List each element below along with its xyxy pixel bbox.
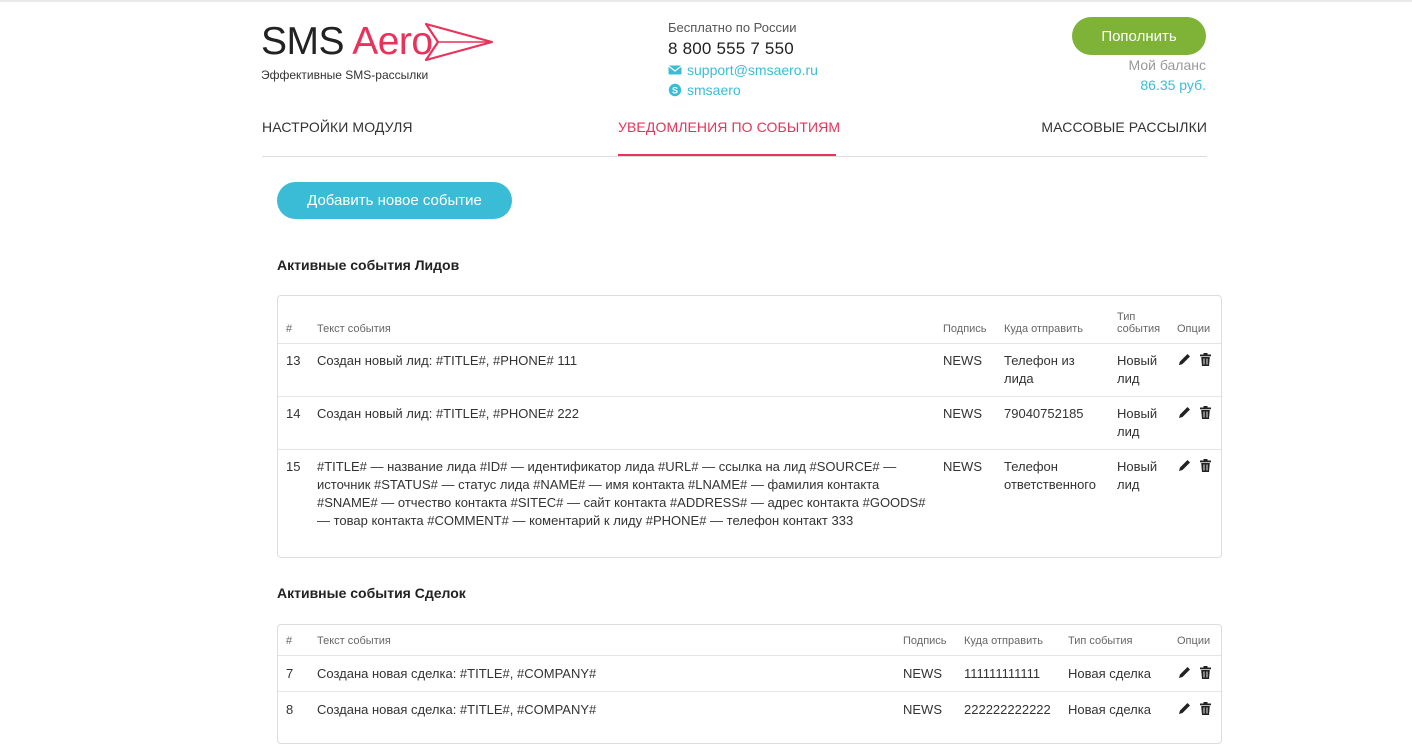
logo-text-sms: SMS bbox=[261, 20, 345, 63]
add-event-button[interactable]: Добавить новое событие bbox=[277, 182, 512, 219]
trash-icon[interactable] bbox=[1198, 352, 1213, 367]
trash-icon[interactable] bbox=[1198, 458, 1213, 473]
cell-text: Создана новая сделка: #TITLE#, #COMPANY# bbox=[309, 654, 895, 691]
skype-icon: S bbox=[668, 83, 682, 97]
tab-module-settings[interactable]: НАСТРОЙКИ МОДУЛЯ bbox=[262, 119, 413, 135]
cell-options bbox=[1169, 654, 1221, 691]
balance-label: Мой баланс bbox=[1128, 57, 1207, 73]
cell-event-type: Новый лид bbox=[1109, 448, 1169, 557]
pencil-icon[interactable] bbox=[1177, 701, 1192, 716]
table-row: 7 Создана новая сделка: #TITLE#, #COMPAN… bbox=[278, 654, 1221, 691]
column-header-event-type: Тип события bbox=[1068, 634, 1133, 647]
cell-event-type: Новая сделка bbox=[1060, 654, 1169, 691]
column-header-recipient: Куда отправить bbox=[1004, 322, 1083, 335]
email-line: support@smsaero.ru bbox=[668, 60, 818, 80]
cell-signature: NEWS bbox=[935, 395, 996, 449]
topup-button[interactable]: Пополнить bbox=[1072, 17, 1206, 55]
trash-icon[interactable] bbox=[1198, 405, 1213, 420]
deals-section-title: Активные события Сделок bbox=[277, 585, 466, 601]
active-tab-indicator bbox=[618, 154, 836, 156]
top-border bbox=[0, 0, 1412, 2]
cell-event-type: Новый лид bbox=[1109, 342, 1169, 396]
paper-plane-icon bbox=[424, 22, 494, 62]
column-header-text: Текст события bbox=[317, 322, 391, 335]
pencil-icon[interactable] bbox=[1177, 458, 1192, 473]
cell-options bbox=[1169, 342, 1221, 396]
column-header-number: # bbox=[286, 322, 293, 335]
cell-id: 15 bbox=[278, 448, 309, 557]
cell-id: 13 bbox=[278, 342, 309, 396]
table-row: 8 Создана новая сделка: #TITLE#, #COMPAN… bbox=[278, 690, 1221, 727]
trash-icon[interactable] bbox=[1198, 701, 1213, 716]
cell-id: 8 bbox=[278, 690, 309, 727]
column-header-options: Опции bbox=[1177, 634, 1211, 647]
cell-event-type: Новая сделка bbox=[1060, 690, 1169, 727]
column-header-signature: Подпись bbox=[943, 322, 987, 335]
cell-recipient: 111111111111 bbox=[956, 654, 1060, 691]
envelope-icon bbox=[668, 65, 682, 75]
tab-event-notifications[interactable]: УВЕДОМЛЕНИЯ ПО СОБЫТИЯМ bbox=[618, 119, 840, 135]
column-header-number: # bbox=[286, 634, 293, 647]
column-header-options: Опции bbox=[1177, 322, 1211, 335]
cell-text: Создана новая сделка: #TITLE#, #COMPANY# bbox=[309, 690, 895, 727]
trash-icon[interactable] bbox=[1198, 665, 1213, 680]
cell-recipient: 222222222222 bbox=[956, 690, 1060, 727]
email-link[interactable]: support@smsaero.ru bbox=[687, 60, 818, 80]
balance-value: 86.35 руб. bbox=[1140, 77, 1206, 93]
tab-mass-mailings[interactable]: МАССОВЫЕ РАССЫЛКИ bbox=[1041, 119, 1207, 135]
cell-recipient: Телефон ответственного bbox=[996, 448, 1109, 557]
cell-options bbox=[1169, 395, 1221, 449]
deals-table: # Текст события Подпись Куда отправить Т… bbox=[277, 624, 1222, 744]
table-row: 13 Создан новый лид: #TITLE#, #PHONE# 11… bbox=[278, 342, 1221, 396]
tagline: Эффективные SMS-рассылки bbox=[261, 68, 429, 82]
column-header-signature: Подпись bbox=[903, 634, 947, 647]
cell-signature: NEWS bbox=[935, 448, 996, 557]
cell-recipient: 79040752185 bbox=[996, 395, 1109, 449]
svg-text:S: S bbox=[672, 85, 678, 95]
column-header-recipient: Куда отправить bbox=[964, 634, 1043, 647]
pencil-icon[interactable] bbox=[1177, 405, 1192, 420]
cell-options bbox=[1169, 690, 1221, 727]
table-header-row: # Текст события Подпись Куда отправить Т… bbox=[278, 296, 1221, 343]
phone-number: 8 800 555 7 550 bbox=[668, 39, 794, 58]
cell-text: #TITLE# — название лида #ID# — идентифик… bbox=[309, 448, 935, 557]
skype-link[interactable]: smsaero bbox=[687, 80, 741, 100]
tab-bar: НАСТРОЙКИ МОДУЛЯ УВЕДОМЛЕНИЯ ПО СОБЫТИЯМ… bbox=[262, 108, 1207, 157]
column-header-event-type: Тип события bbox=[1117, 310, 1161, 335]
cell-options bbox=[1169, 448, 1221, 557]
cell-id: 14 bbox=[278, 395, 309, 449]
table-row: 15 #TITLE# — название лида #ID# — иденти… bbox=[278, 448, 1221, 557]
cell-event-type: Новый лид bbox=[1109, 395, 1169, 449]
cell-id: 7 bbox=[278, 654, 309, 691]
cell-text: Создан новый лид: #TITLE#, #PHONE# 111 bbox=[309, 342, 935, 396]
cell-signature: NEWS bbox=[895, 654, 956, 691]
leads-table: # Текст события Подпись Куда отправить Т… bbox=[277, 295, 1222, 558]
cell-text: Создан новый лид: #TITLE#, #PHONE# 222 bbox=[309, 395, 935, 449]
pencil-icon[interactable] bbox=[1177, 665, 1192, 680]
cell-recipient: Телефон из лида bbox=[996, 342, 1109, 396]
leads-section-title: Активные события Лидов bbox=[277, 257, 460, 273]
table-row: 14 Создан новый лид: #TITLE#, #PHONE# 22… bbox=[278, 395, 1221, 449]
pencil-icon[interactable] bbox=[1177, 352, 1192, 367]
free-call-label: Бесплатно по России bbox=[668, 20, 797, 35]
logo-text-aero: Aero bbox=[352, 20, 433, 63]
contacts-block: Бесплатно по России 8 800 555 7 550 supp… bbox=[668, 20, 818, 100]
cell-signature: NEWS bbox=[895, 690, 956, 727]
table-header-row: # Текст события Подпись Куда отправить Т… bbox=[278, 625, 1221, 655]
cell-signature: NEWS bbox=[935, 342, 996, 396]
column-header-text: Текст события bbox=[317, 634, 391, 647]
skype-line: S smsaero bbox=[668, 80, 818, 100]
